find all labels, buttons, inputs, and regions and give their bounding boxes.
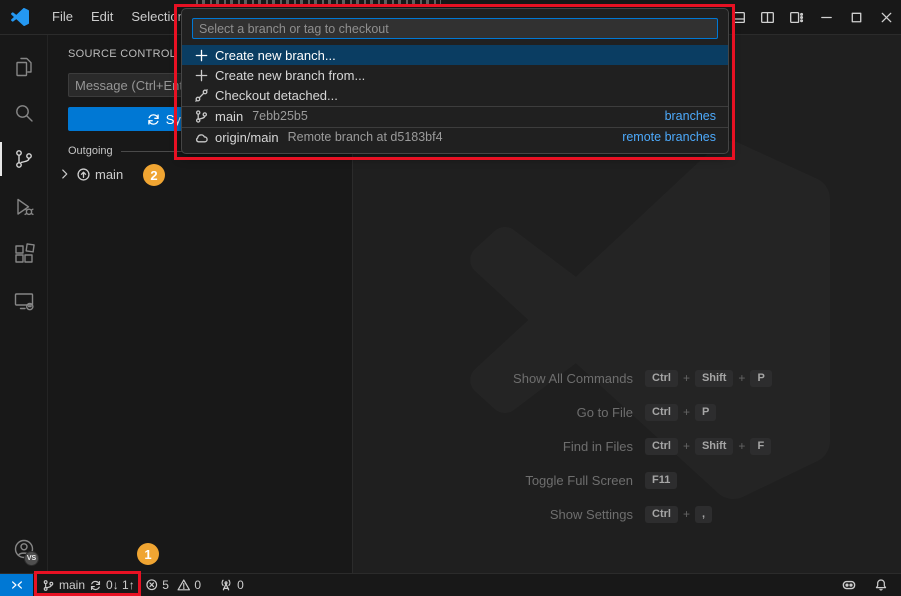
remote-icon [10, 578, 24, 592]
item-description: Remote branch at d5183bf4 [288, 130, 443, 144]
problems-status-item[interactable]: 5 0 [145, 578, 201, 592]
search-icon[interactable] [0, 91, 47, 135]
remote-indicator[interactable] [0, 574, 33, 596]
quickpick-item-main[interactable]: main 7ebb25b5 branches [182, 106, 728, 126]
radio-tower-icon [219, 578, 233, 592]
maximize-button[interactable] [841, 0, 871, 35]
outgoing-arrow-icon [76, 167, 91, 182]
item-label: Checkout detached... [215, 88, 338, 103]
split-columns-icon[interactable] [753, 0, 782, 35]
annotation-badge-1: 1 [137, 543, 159, 565]
window-title-clipped [196, 0, 441, 4]
error-icon [145, 578, 159, 592]
quickpick-item-create-branch[interactable]: Create new branch... [182, 45, 728, 65]
item-description: 7ebb25b5 [252, 109, 308, 123]
key-chip: Ctrl [645, 506, 678, 523]
branches-link[interactable]: branches [665, 109, 716, 123]
activity-bar [0, 35, 48, 573]
item-label: Create new branch... [215, 48, 336, 63]
run-debug-icon[interactable] [0, 185, 47, 229]
statusbar-right [841, 577, 901, 593]
key-chip: Ctrl [645, 404, 678, 421]
key-chip: Shift [695, 370, 733, 387]
sidebar-title: SOURCE CONTROL [68, 48, 176, 60]
shortcut-label: Show Settings [380, 507, 633, 522]
ports-status-item[interactable]: 0 [219, 578, 244, 592]
key-chip: , [695, 506, 712, 523]
item-label: origin/main [215, 130, 279, 145]
plus-icon [194, 48, 209, 63]
shortcut-label: Go to File [380, 405, 633, 420]
key-chip: Shift [695, 438, 733, 455]
warning-count: 0 [194, 578, 201, 592]
key-chip: Ctrl [645, 438, 678, 455]
minimize-button[interactable] [811, 0, 841, 35]
extensions-icon[interactable] [0, 232, 47, 276]
shortcut-row: Show Settings Ctrl +, [380, 497, 810, 531]
branch-status-item[interactable]: main 0↓ 1↑ [42, 578, 135, 592]
shortcut-row: Find in Files Ctrl + Shift + F [380, 429, 810, 463]
git-branch-icon [42, 579, 55, 592]
quick-pick-input[interactable] [192, 18, 718, 39]
sync-counts: 0↓ 1↑ [106, 578, 135, 592]
key-chip: F [750, 438, 771, 455]
menu-edit[interactable]: Edit [82, 0, 122, 34]
key-chip: F11 [645, 472, 677, 489]
key-plus: + [683, 439, 690, 453]
close-button[interactable] [871, 0, 901, 35]
branch-name: main [59, 578, 85, 592]
chevron-right-icon[interactable] [58, 167, 72, 181]
welcome-shortcuts: Show All Commands Ctrl + Shift + P Go to Fil… [380, 361, 810, 531]
quickpick-item-create-branch-from[interactable]: Create new branch from... [182, 65, 728, 85]
menu-file[interactable]: File [43, 0, 82, 34]
key-plus: + [738, 371, 745, 385]
key-plus: + [683, 507, 690, 521]
shortcut-row: Show All Commands Ctrl + Shift + P [380, 361, 810, 395]
key-chip: P [750, 370, 771, 387]
key-plus: + [738, 439, 745, 453]
quickpick-item-origin-main[interactable]: origin/main Remote branch at d5183bf4 re… [182, 127, 728, 147]
shortcut-label: Show All Commands [380, 371, 633, 386]
error-count: 5 [162, 578, 169, 592]
debug-disconnect-icon [194, 88, 209, 103]
branch-quick-pick: Create new branch... Create new branch f… [181, 8, 729, 154]
key-chip: P [695, 404, 716, 421]
sync-icon [89, 579, 102, 592]
cloud-icon [194, 130, 209, 145]
outgoing-label: Outgoing [68, 145, 113, 157]
key-plus: + [683, 371, 690, 385]
item-label: Create new branch from... [215, 68, 365, 83]
item-label: main [215, 109, 243, 124]
warning-icon [177, 578, 191, 592]
copilot-icon[interactable] [841, 577, 857, 593]
vscode-window: File Edit Selection [0, 0, 901, 596]
ports-count: 0 [237, 578, 244, 592]
annotation-badge-2: 2 [143, 164, 165, 186]
git-branch-icon [194, 109, 209, 124]
remote-branches-link[interactable]: remote branches [622, 130, 716, 144]
shortcut-label: Find in Files [380, 439, 633, 454]
bell-icon[interactable] [874, 578, 888, 592]
key-chip: Ctrl [645, 370, 678, 387]
explorer-icon[interactable] [0, 45, 47, 89]
shortcut-row: Toggle Full Screen F11 [380, 463, 810, 497]
shortcut-label: Toggle Full Screen [380, 473, 633, 488]
vscode-logo-icon [11, 8, 29, 26]
profile-vs-badge[interactable]: VS [24, 551, 39, 566]
shortcut-row: Go to File Ctrl + P [380, 395, 810, 429]
source-control-icon[interactable] [0, 137, 47, 181]
customize-layout-icon[interactable] [782, 0, 811, 35]
remote-explorer-icon[interactable] [0, 279, 47, 323]
titlebar-controls [724, 0, 901, 35]
plus-icon [194, 68, 209, 83]
outgoing-branch-row[interactable]: main [58, 163, 352, 185]
outgoing-branch-label: main [95, 167, 123, 182]
quickpick-item-checkout-detached[interactable]: Checkout detached... [182, 85, 728, 105]
status-bar: main 0↓ 1↑ 5 0 0 [0, 573, 901, 596]
menubar: File Edit Selection [43, 0, 194, 34]
key-plus: + [683, 405, 690, 419]
